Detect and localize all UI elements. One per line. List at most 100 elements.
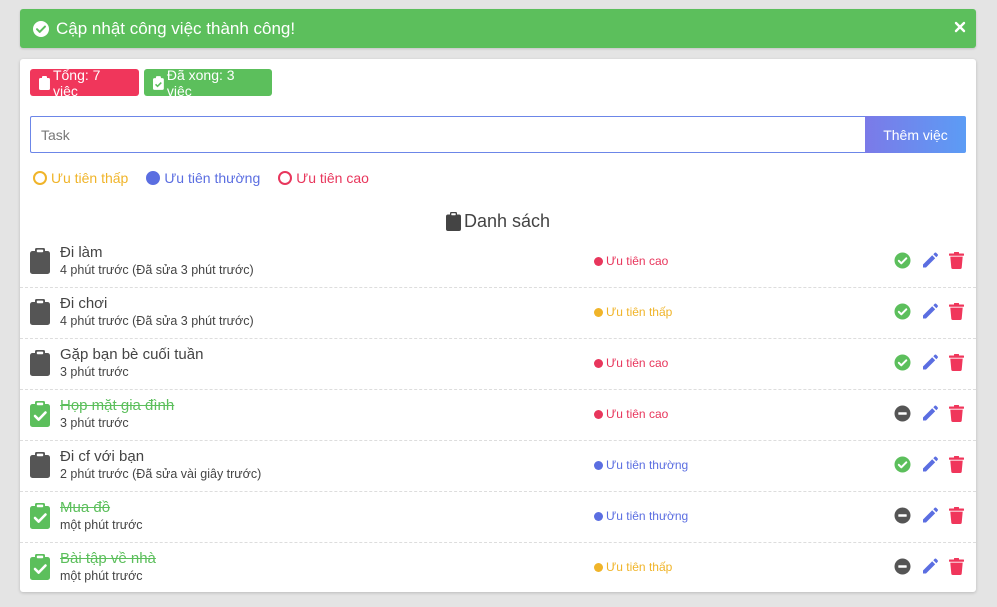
trash-icon — [949, 251, 964, 269]
edit-task-button[interactable] — [921, 404, 939, 422]
pencil-icon — [921, 506, 939, 524]
priority-option-low[interactable]: Ưu tiên thấp — [33, 170, 128, 186]
undo-task-button[interactable] — [894, 558, 911, 575]
task-row: Bài tập về nhà một phút trước Ưu tiên thấp — [20, 543, 976, 594]
priority-selector: Ưu tiên thấp Ưu tiên thường Ưu tiên cao — [33, 170, 369, 186]
task-priority-tag: Ưu tiên thấp — [594, 305, 672, 319]
edit-task-button[interactable] — [921, 353, 939, 371]
delete-task-button[interactable] — [949, 506, 964, 524]
delete-task-button[interactable] — [949, 557, 964, 575]
trash-icon — [949, 302, 964, 320]
task-priority-label: Ưu tiên thấp — [606, 305, 673, 319]
priority-option-normal[interactable]: Ưu tiên thường — [146, 170, 260, 186]
trash-icon — [949, 506, 964, 524]
task-priority-tag: Ưu tiên cao — [594, 254, 668, 268]
trash-icon — [949, 404, 964, 422]
clipboard-check-icon — [30, 554, 50, 585]
check-circle-icon — [894, 303, 911, 320]
alert-close-button[interactable] — [953, 17, 967, 37]
priority-dot-icon — [594, 460, 603, 470]
priority-dot-icon — [594, 307, 603, 317]
delete-task-button[interactable] — [949, 455, 964, 473]
task-time: một phút trước — [60, 518, 143, 532]
edit-task-button[interactable] — [921, 302, 939, 320]
check-circle-icon — [894, 354, 911, 371]
clipboard-check-icon — [30, 503, 50, 534]
radio-selected-icon — [146, 171, 161, 185]
priority-dot-icon — [594, 409, 603, 419]
clipboard-icon — [30, 350, 50, 381]
task-priority-label: Ưu tiên thường — [606, 509, 689, 523]
clipboard-icon — [445, 212, 461, 231]
task-row: Mua đồ một phút trước Ưu tiên thường — [20, 492, 976, 543]
radio-icon — [33, 171, 47, 185]
radio-icon — [278, 171, 293, 185]
trash-icon — [949, 353, 964, 371]
task-time: một phút trước — [60, 569, 143, 583]
task-priority-tag: Ưu tiên thấp — [594, 560, 672, 574]
trash-icon — [949, 455, 964, 473]
pencil-icon — [921, 353, 939, 371]
task-name: Đi chơi — [60, 295, 108, 312]
done-badge: Đã xong: 3 việc — [144, 66, 272, 99]
priority-option-high[interactable]: Ưu tiên cao — [278, 170, 369, 186]
task-form: Thêm việc — [30, 116, 966, 153]
delete-task-button[interactable] — [949, 251, 964, 269]
task-name: Mua đồ — [60, 499, 111, 516]
clipboard-icon — [30, 248, 50, 279]
complete-task-button[interactable] — [894, 303, 911, 320]
task-actions — [894, 353, 964, 371]
pencil-icon — [921, 251, 939, 269]
add-task-button[interactable]: Thêm việc — [865, 116, 966, 153]
task-priority-tag: Ưu tiên cao — [594, 407, 668, 421]
task-priority-tag: Ưu tiên thường — [594, 458, 688, 472]
task-priority-label: Ưu tiên cao — [606, 407, 669, 421]
task-actions — [894, 404, 964, 422]
minus-circle-icon — [894, 507, 911, 524]
task-priority-tag: Ưu tiên cao — [594, 356, 668, 370]
undo-task-button[interactable] — [894, 507, 911, 524]
delete-task-button[interactable] — [949, 404, 964, 422]
task-priority-label: Ưu tiên cao — [606, 254, 669, 268]
pencil-icon — [921, 557, 939, 575]
task-row: Họp mặt gia đình 3 phút trước Ưu tiên cao — [20, 390, 976, 441]
priority-dot-icon — [594, 511, 603, 521]
pencil-icon — [921, 455, 939, 473]
pencil-icon — [921, 302, 939, 320]
list-title: Danh sách — [463, 211, 551, 231]
edit-task-button[interactable] — [921, 455, 939, 473]
alert-message: Cập nhật công việc thành công! — [56, 18, 296, 38]
task-name: Đi cf với bạn — [60, 448, 145, 465]
clipboard-icon — [30, 452, 50, 483]
task-time: 4 phút trước (Đã sửa 3 phút trước) — [60, 314, 254, 328]
task-name: Đi làm — [60, 244, 103, 261]
edit-task-button[interactable] — [921, 557, 939, 575]
list-heading: Danh sách — [20, 211, 976, 232]
edit-task-button[interactable] — [921, 251, 939, 269]
complete-task-button[interactable] — [894, 354, 911, 371]
task-row: Đi cf với bạn 2 phút trước (Đã sửa vài gi… — [20, 441, 976, 492]
check-circle-icon — [894, 252, 911, 269]
success-alert: Cập nhật công việc thành công! — [20, 9, 976, 48]
task-name: Gặp bạn bè cuối tuần — [60, 346, 204, 363]
complete-task-button[interactable] — [894, 252, 911, 269]
priority-option-label: Ưu tiên cao — [296, 170, 369, 186]
edit-task-button[interactable] — [921, 506, 939, 524]
clipboard-check-icon — [30, 401, 50, 432]
task-actions — [894, 557, 964, 575]
task-input[interactable] — [30, 116, 865, 153]
done-badge-label: Đã xong: 3 việc — [166, 66, 235, 99]
undo-task-button[interactable] — [894, 405, 911, 422]
pencil-icon — [921, 404, 939, 422]
delete-task-button[interactable] — [949, 353, 964, 371]
task-time: 3 phút trước — [60, 416, 129, 430]
delete-task-button[interactable] — [949, 302, 964, 320]
task-list: Đi làm 4 phút trước (Đã sửa 3 phút trước)… — [20, 237, 976, 594]
task-priority-label: Ưu tiên cao — [606, 356, 669, 370]
task-row: Đi làm 4 phút trước (Đã sửa 3 phút trước)… — [20, 237, 976, 288]
task-priority-label: Ưu tiên thấp — [606, 560, 673, 574]
todo-card: Tổng: 7 việc Đã xong: 3 việc Thêm việc Ư… — [20, 59, 976, 592]
complete-task-button[interactable] — [894, 456, 911, 473]
task-time: 3 phút trước — [60, 365, 129, 379]
task-row: Gặp bạn bè cuối tuần 3 phút trước Ưu tiên … — [20, 339, 976, 390]
